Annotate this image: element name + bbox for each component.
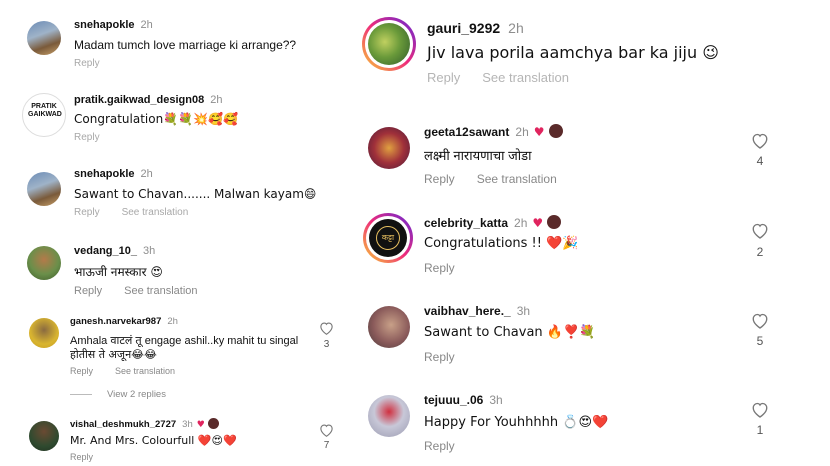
comment-text: Happy For Youhhhhh 💍😍❤️ <box>424 415 609 430</box>
creator-avatar-icon <box>547 215 562 229</box>
creator-avatar-icon <box>548 124 563 138</box>
comment-username[interactable]: vedang_10_ 3h <box>74 245 155 257</box>
avatar[interactable] <box>368 23 410 65</box>
comment-time: 2h <box>515 125 529 139</box>
like-heart-icon[interactable] <box>319 321 334 335</box>
comment-username[interactable]: tejuuu_.06 3h <box>424 393 503 407</box>
comment-actions: Reply See translation <box>74 285 220 297</box>
avatar[interactable] <box>27 172 61 206</box>
comment-text: भाऊजी नमस्कार 😍 <box>74 265 163 279</box>
avatar[interactable] <box>368 127 410 169</box>
comment-text: Congratulations !! ❤️🎉 <box>424 236 579 251</box>
comment-time: 2h <box>514 216 528 230</box>
comment-username[interactable]: ganesh.narvekar987 2h <box>70 316 178 327</box>
reply-button[interactable]: Reply <box>74 207 100 218</box>
comment-actions: Reply <box>70 452 115 462</box>
comment-time: 2h <box>140 168 153 180</box>
comment-text: Congratulation💐💐💥🥰🥰 <box>74 112 238 126</box>
see-translation-button[interactable]: See translation <box>122 207 189 218</box>
reply-button[interactable]: Reply <box>424 172 455 186</box>
like-count: 3 <box>323 339 330 350</box>
like-count: 1 <box>756 423 764 437</box>
like-heart-icon[interactable] <box>751 132 769 149</box>
see-translation-button[interactable]: See translation <box>477 172 557 186</box>
comment-text: Jiv lava porila aamchya bar ka jiju 😉 <box>427 43 719 62</box>
see-translation-button[interactable]: See translation <box>124 285 197 297</box>
view-replies-line <box>70 394 92 395</box>
comment-actions: Reply See translation <box>70 366 197 376</box>
comment-actions: Reply <box>74 132 122 143</box>
comment-time: 2h <box>210 94 223 106</box>
creator-liked-heart-icon: ♥ <box>196 420 205 430</box>
comment-text: लक्ष्मी नारायणाचा जोडा <box>424 148 532 163</box>
comment-time: 3h <box>489 393 503 407</box>
like-heart-icon[interactable] <box>751 312 769 329</box>
comment-username[interactable]: pratik.gaikwad_design08 2h <box>74 94 222 106</box>
comment-time: 2h <box>508 20 524 36</box>
comment-username[interactable]: vaibhav_here._ 3h <box>424 304 530 318</box>
comment-actions: Reply <box>74 58 122 69</box>
creator-liked-heart-icon: ♥ <box>533 125 545 139</box>
avatar[interactable] <box>368 395 410 437</box>
like-heart-icon[interactable] <box>751 401 769 418</box>
comment-text: Sawant to Chavan....... Malwan kayam😄 <box>74 187 317 201</box>
avatar[interactable] <box>29 421 59 451</box>
comment-time: 2h <box>140 19 153 31</box>
view-replies-button[interactable]: View 2 replies <box>107 389 166 400</box>
avatar[interactable] <box>368 306 410 348</box>
creator-avatar-icon <box>207 418 219 429</box>
comment-text: Mr. And Mrs. Colourfull ❤️😍❤️ <box>70 434 237 447</box>
comment-username[interactable]: snehapokle 2h <box>74 19 153 31</box>
comment-username[interactable]: vishal_deshmukh_2727 3h ♥ <box>70 418 219 430</box>
avatar[interactable] <box>27 246 61 280</box>
comment-actions: Reply See translation <box>424 172 579 186</box>
comment-time: 3h <box>142 245 156 257</box>
reply-button[interactable]: Reply <box>74 132 100 143</box>
see-translation-button[interactable]: See translation <box>482 70 569 85</box>
avatar[interactable] <box>29 318 59 348</box>
creator-liked-heart-icon: ♥ <box>532 216 544 230</box>
avatar[interactable] <box>27 21 61 55</box>
comment-actions: Reply <box>424 439 477 453</box>
comment-text: Sawant to Chavan 🔥❣️💐 <box>424 325 596 340</box>
reply-button[interactable]: Reply <box>74 58 100 69</box>
comment-username[interactable]: celebrity_katta 2h ♥ <box>424 215 562 230</box>
comment-actions: Reply See translation <box>74 207 210 218</box>
reply-button[interactable]: Reply <box>70 366 93 376</box>
comment-username[interactable]: geeta12sawant 2h ♥ <box>424 124 563 139</box>
like-count: 2 <box>756 245 764 259</box>
comment-time: 2h <box>167 316 178 327</box>
comment-text-line2: होतीस ते अजून😂😂 <box>70 348 157 361</box>
like-count: 4 <box>756 154 764 168</box>
reply-button[interactable]: Reply <box>424 439 455 453</box>
comment-username[interactable]: snehapokle 2h <box>74 168 153 180</box>
reply-button[interactable]: Reply <box>70 452 93 462</box>
comment-username[interactable]: gauri_9292 2h <box>427 20 524 36</box>
reply-button[interactable]: Reply <box>74 285 102 297</box>
like-heart-icon[interactable] <box>319 423 334 437</box>
reply-button[interactable]: Reply <box>424 261 455 275</box>
brand-logo: कट्टा <box>376 226 400 250</box>
reply-button[interactable]: Reply <box>424 350 455 364</box>
like-heart-icon[interactable] <box>751 222 769 239</box>
comment-actions: Reply <box>424 261 477 275</box>
brand-logo: PRATIK GAIKWAD <box>28 103 62 118</box>
comment-text: Madam tumch love marriage ki arrange?? <box>74 38 297 52</box>
comment-actions: Reply <box>424 350 477 364</box>
like-count: 7 <box>323 440 330 451</box>
like-count: 5 <box>756 334 764 348</box>
comment-text: Amhala वाटलं तू engage ashil..ky mahit t… <box>70 335 299 347</box>
see-translation-button[interactable]: See translation <box>115 366 175 376</box>
comment-time: 3h <box>516 304 531 318</box>
comment-time: 3h <box>182 419 193 430</box>
comment-actions: Reply See translation <box>427 70 591 85</box>
reply-button[interactable]: Reply <box>427 70 460 85</box>
